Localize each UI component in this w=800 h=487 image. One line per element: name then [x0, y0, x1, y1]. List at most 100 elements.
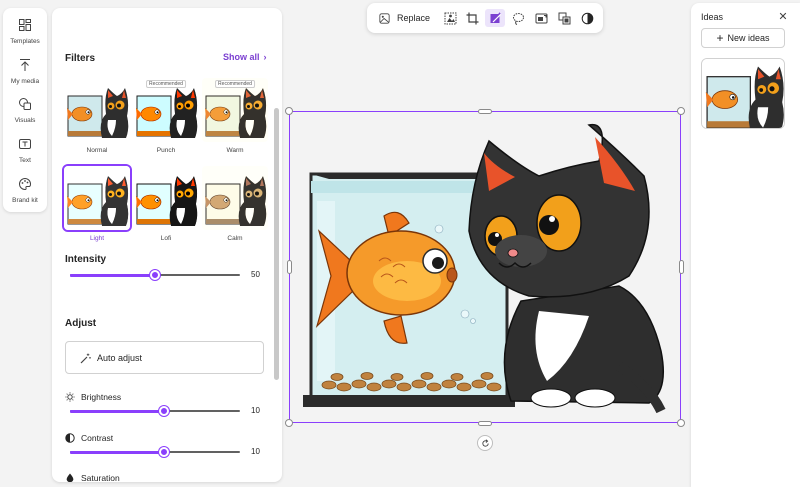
filter-lofi[interactable]	[133, 166, 199, 230]
idea-card[interactable]	[701, 58, 785, 129]
templates-icon	[19, 19, 31, 31]
filters-title: Filters	[65, 53, 96, 64]
lasso-select-icon	[512, 12, 524, 25]
image-toolbar: Replace	[367, 3, 603, 33]
chevron-right-icon: ›	[263, 52, 267, 62]
ideas-panel: Ideas ✕ + New ideas	[691, 3, 800, 487]
filter-normal[interactable]	[64, 78, 130, 142]
contrast-row: Contrast	[65, 433, 113, 443]
resize-handle-bottom-right[interactable]	[677, 419, 685, 427]
rail-label: Templates	[10, 38, 40, 45]
slider-fill	[70, 410, 164, 413]
magic-wand-icon	[80, 353, 91, 364]
intensity-slider[interactable]	[70, 269, 240, 281]
slider-thumb[interactable]	[150, 270, 160, 280]
filter-label: Warm	[226, 147, 244, 154]
layers-button[interactable]	[555, 9, 573, 27]
brightness-row: Brightness	[65, 392, 121, 402]
rail-label: Text	[19, 157, 31, 164]
lasso-select-button[interactable]	[509, 9, 527, 27]
filter-punch[interactable]: Recommended	[133, 78, 199, 142]
contrast-label: Contrast	[81, 433, 114, 443]
filter-warm[interactable]: Recommended	[202, 78, 268, 142]
palette-icon	[19, 177, 32, 191]
rail-item-brand-kit[interactable]: Brand kit	[3, 177, 47, 204]
intensity-label: Intensity	[65, 254, 107, 265]
filter-preview-image	[202, 166, 268, 230]
filters-icon	[490, 12, 501, 23]
droplet-icon	[66, 473, 74, 482]
resize-handle-top[interactable]	[478, 109, 492, 114]
filters-button[interactable]	[485, 9, 505, 27]
intensity-value: 50	[251, 270, 260, 279]
rotate-handle[interactable]	[477, 435, 493, 451]
filter-label: Lofi	[160, 235, 172, 242]
panel-scrollbar[interactable]	[274, 108, 279, 380]
upload-icon	[20, 59, 30, 71]
rail-label: Visuals	[14, 117, 36, 124]
filter-preview-image	[64, 78, 130, 142]
resize-handle-bottom[interactable]	[478, 421, 492, 426]
auto-adjust-button[interactable]: Auto adjust	[65, 341, 264, 374]
contrast-icon	[65, 433, 75, 443]
rotate-icon	[481, 438, 489, 447]
new-ideas-label: New ideas	[727, 33, 770, 43]
left-rail: Templates My media Visuals Text Brand ki…	[3, 8, 47, 212]
filter-label: Punch	[156, 147, 176, 154]
rail-item-templates[interactable]: Templates	[3, 18, 47, 45]
blur-background-icon	[535, 13, 547, 23]
recommended-badge: Recommended	[215, 80, 255, 88]
filter-light[interactable]	[62, 164, 132, 232]
resize-handle-top-left[interactable]	[285, 107, 293, 115]
brightness-value: 10	[251, 406, 260, 415]
brightness-slider[interactable]	[70, 405, 240, 417]
rail-item-my-media[interactable]: My media	[3, 58, 47, 85]
filter-label: Normal	[86, 147, 108, 154]
blur-background-button[interactable]	[532, 9, 550, 27]
slider-thumb[interactable]	[158, 406, 169, 416]
show-all-link[interactable]: Show all ›	[223, 52, 267, 62]
brightness-label: Brightness	[81, 392, 122, 402]
remove-background-icon	[444, 12, 456, 24]
filter-preview-image	[64, 166, 130, 230]
saturation-row: Saturation	[65, 473, 120, 482]
resize-handle-top-right[interactable]	[677, 107, 685, 115]
slider-fill	[70, 274, 155, 277]
idea-preview-image	[702, 59, 785, 129]
resize-handle-bottom-left[interactable]	[285, 419, 293, 427]
rail-item-text[interactable]: Text	[3, 137, 47, 164]
adjust-title: Adjust	[65, 318, 97, 329]
crop-icon	[466, 12, 478, 24]
text-icon	[19, 139, 31, 149]
adjust-contrast-icon	[581, 12, 593, 24]
crop-button[interactable]	[463, 9, 481, 27]
replace-button[interactable]: Replace	[375, 9, 433, 27]
filters-panel: Filters Show all › Normal Recommended Pun…	[52, 8, 282, 482]
contrast-slider[interactable]	[70, 446, 240, 458]
recommended-badge: Recommended	[146, 80, 186, 88]
plus-icon: +	[716, 31, 724, 45]
contrast-value: 10	[251, 447, 260, 456]
slider-thumb[interactable]	[158, 447, 169, 457]
canvas-image-cat-and-goldfish[interactable]	[289, 111, 681, 423]
resize-handle-left[interactable]	[287, 260, 292, 274]
show-all-label: Show all	[223, 52, 260, 62]
rail-label: Brand kit	[12, 197, 38, 204]
slider-fill	[70, 451, 164, 454]
new-ideas-button[interactable]: + New ideas	[701, 28, 785, 48]
rail-item-visuals[interactable]: Visuals	[3, 97, 47, 124]
close-icon[interactable]: ✕	[777, 11, 789, 23]
filter-label: Calm	[227, 235, 243, 242]
resize-handle-right[interactable]	[679, 260, 684, 274]
adjust-button[interactable]	[578, 9, 596, 27]
rail-label: My media	[10, 78, 40, 85]
filter-label: Light	[89, 235, 105, 242]
ideas-title: Ideas	[701, 12, 724, 22]
auto-adjust-label: Auto adjust	[97, 353, 143, 363]
layers-icon	[558, 12, 570, 24]
replace-label: Replace	[397, 13, 431, 23]
shapes-icon	[19, 98, 31, 110]
saturation-label: Saturation	[81, 473, 120, 482]
filter-calm[interactable]	[202, 166, 268, 230]
remove-background-button[interactable]	[441, 9, 459, 27]
